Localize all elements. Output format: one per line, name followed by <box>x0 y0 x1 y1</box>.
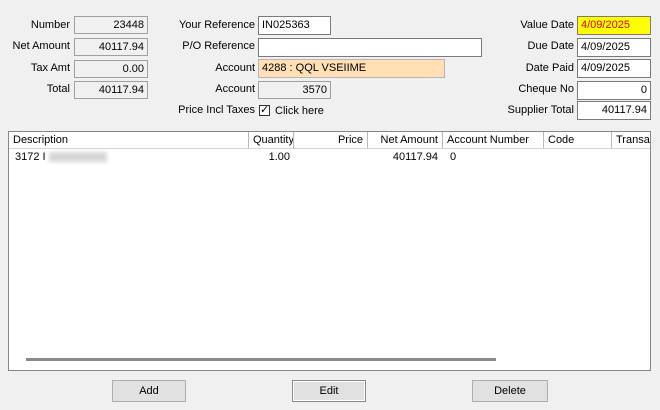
tax-amt-field: 0.00 <box>74 60 148 78</box>
po-reference-input[interactable] <box>258 38 482 57</box>
column-header-code[interactable]: Code <box>544 132 612 149</box>
row-description: 3172 I <box>15 151 46 163</box>
number-field: 23448 <box>74 16 148 34</box>
your-reference-input[interactable]: IN025363 <box>258 16 331 35</box>
column-header-description[interactable]: Description <box>9 132 249 149</box>
date-paid-label: Date Paid <box>525 62 574 74</box>
supplier-total-label: Supplier Total <box>507 104 574 116</box>
tax-amt-label: Tax Amt <box>30 62 70 74</box>
row-net-amount: 40117.94 <box>392 151 438 163</box>
account2-label: Account <box>215 83 255 95</box>
column-header-transa[interactable]: Transa <box>612 132 650 149</box>
column-header-quantity[interactable]: Quantity <box>249 132 294 149</box>
delete-button[interactable]: Delete <box>472 380 548 402</box>
number-label: Number <box>30 19 70 31</box>
date-paid-input[interactable]: 4/09/2025 <box>577 59 651 78</box>
grid-header: Description Quantity Price Net Amount Ac… <box>9 132 650 149</box>
total-field: 40117.94 <box>74 81 148 99</box>
net-amount-label: Net Amount <box>12 40 70 52</box>
add-button[interactable]: Add <box>112 380 186 402</box>
account-label: Account <box>215 62 255 74</box>
account2-field: 3570 <box>258 81 331 99</box>
supplier-total-input[interactable]: 40117.94 <box>577 101 651 120</box>
cheque-no-input[interactable]: 0 <box>577 81 651 100</box>
column-header-price[interactable]: Price <box>294 132 368 149</box>
row-description-cell: 3172 I <box>15 149 245 165</box>
row-price <box>294 149 364 165</box>
net-amount-field: 40117.94 <box>74 38 148 56</box>
horizontal-scrollbar[interactable] <box>26 358 496 361</box>
click-here-label[interactable]: Click here <box>275 102 324 120</box>
redacted-text <box>48 152 107 163</box>
value-date-input[interactable]: 4/09/2025 <box>577 16 651 35</box>
row-account-number: 0 <box>450 151 457 163</box>
due-date-input[interactable]: 4/09/2025 <box>577 38 651 57</box>
column-header-net-amount[interactable]: Net Amount <box>368 132 443 149</box>
price-incl-taxes-label: Price Incl Taxes <box>178 104 255 116</box>
row-transa <box>617 149 650 165</box>
account-select[interactable]: 4288 : QQL VSEIIME <box>258 59 445 78</box>
price-incl-taxes-checkbox[interactable]: ✓ <box>259 105 270 116</box>
total-label: Total <box>46 83 70 95</box>
row-quantity: 1.00 <box>268 151 290 163</box>
value-date-label: Value Date <box>520 19 574 31</box>
due-date-label: Due Date <box>527 40 574 52</box>
column-header-account-number[interactable]: Account Number <box>443 132 544 149</box>
line-items-grid[interactable]: Description Quantity Price Net Amount Ac… <box>8 131 651 371</box>
cheque-no-label: Cheque No <box>518 83 574 95</box>
row-code <box>549 149 609 165</box>
your-reference-label: Your Reference <box>178 19 255 31</box>
edit-button[interactable]: Edit <box>292 380 366 402</box>
po-reference-label: P/O Reference <box>182 40 255 52</box>
